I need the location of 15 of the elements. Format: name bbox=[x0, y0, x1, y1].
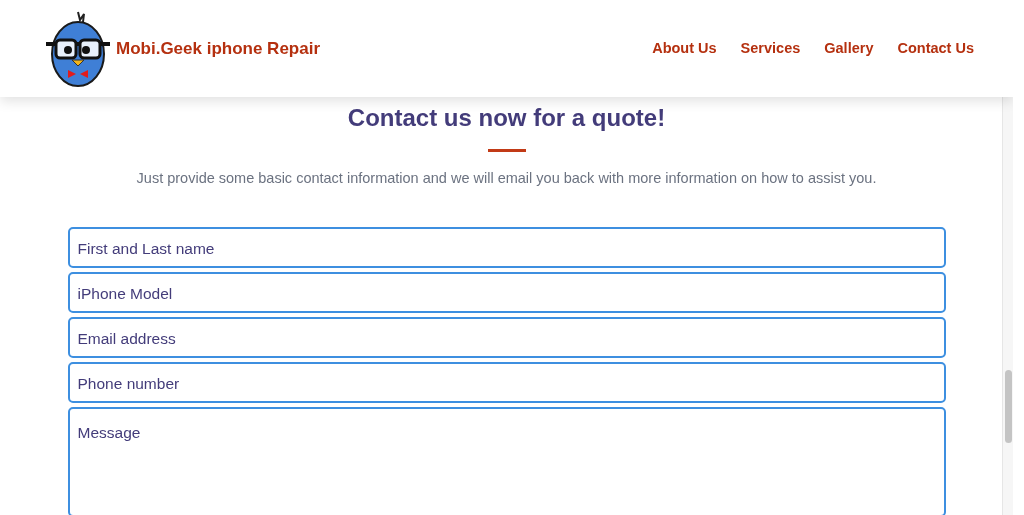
input-field[interactable]: Email address bbox=[67, 316, 946, 358]
scrollbar-thumb[interactable] bbox=[1005, 370, 1012, 443]
input-field[interactable]: iPhone Model bbox=[67, 271, 946, 313]
input-field[interactable]: Phone number bbox=[67, 361, 946, 403]
message-field[interactable]: Message bbox=[67, 406, 946, 515]
heading-underline bbox=[487, 148, 526, 152]
nav-link[interactable]: Gallery bbox=[824, 37, 874, 60]
nav-link[interactable]: About Us bbox=[652, 37, 717, 60]
bird-logo-icon bbox=[44, 9, 112, 88]
intro-text: Just provide some basic contact information and we will email you back with more information on how to assist you. bbox=[136, 168, 877, 188]
nav-link[interactable]: Contact Us bbox=[897, 37, 974, 60]
brand-name[interactable]: Mobi.Geek iphone Repair bbox=[116, 35, 321, 62]
nav-link[interactable]: Services bbox=[740, 37, 801, 60]
section-heading: Contact us now for a quote! bbox=[347, 104, 666, 133]
input-field[interactable]: First and Last name bbox=[67, 226, 946, 268]
